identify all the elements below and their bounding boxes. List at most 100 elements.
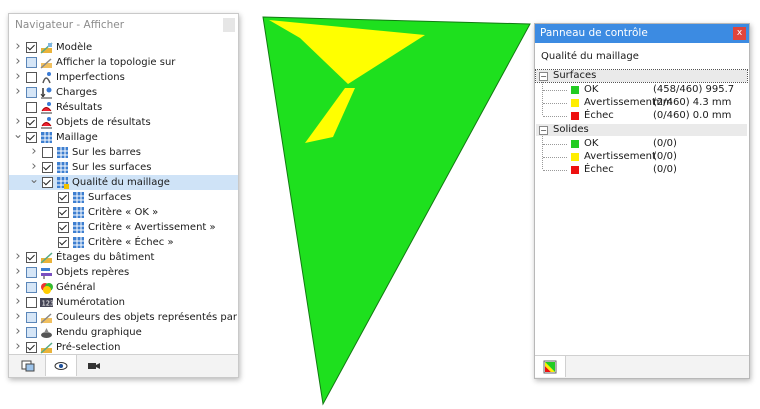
chevron-down-icon[interactable]: ⌄ (29, 173, 39, 190)
chevron-right-icon[interactable]: › (13, 55, 23, 70)
tree-item[interactable]: › Sur les surfaces (9, 160, 238, 175)
tree-item-label: Couleurs des objets représentés par (56, 312, 237, 323)
chevron-right-icon[interactable]: › (29, 145, 39, 160)
color-swatch (571, 86, 579, 94)
checkbox[interactable] (26, 267, 37, 278)
tree-item[interactable]: Résultats (9, 100, 238, 115)
legend-item: Avertissement (2/460) 4.3 mm (535, 96, 745, 109)
mesh-icon (73, 222, 84, 233)
legend-item: OK (0/0) (535, 137, 745, 150)
checkbox[interactable] (26, 87, 37, 98)
chevron-right-icon[interactable]: › (13, 85, 23, 100)
chevron-right-icon[interactable]: › (13, 295, 23, 310)
legend-item-value: (0/0) (653, 151, 677, 162)
tree-item[interactable]: › Afficher la topologie sur (9, 55, 238, 70)
tree-item[interactable]: ⌄ Maillage (9, 128, 238, 145)
tree-item[interactable]: Critère « Échec » (9, 235, 238, 250)
collapse-icon[interactable]: − (539, 126, 548, 135)
navigator-close-button[interactable] (223, 18, 235, 32)
mesh-icon (41, 132, 52, 143)
tree-item[interactable]: › Objets repères (9, 265, 238, 280)
chevron-right-icon[interactable]: › (13, 40, 23, 55)
legend-item-value: (0/0) (653, 164, 677, 175)
mesh-quality-icon (57, 177, 69, 189)
collapse-icon[interactable]: − (539, 72, 548, 81)
tree-item[interactable]: › Étages du bâtiment (9, 250, 238, 265)
checkbox[interactable] (26, 42, 37, 53)
control-panel: Panneau de contrôle x Qualité du maillag… (534, 23, 750, 379)
chevron-right-icon[interactable]: › (13, 280, 23, 295)
chevron-down-icon[interactable]: ⌄ (13, 128, 23, 145)
surface-ok-region (262, 16, 531, 406)
legend-group[interactable]: − Solides (536, 124, 747, 136)
checkbox[interactable] (58, 237, 69, 248)
checkbox[interactable] (58, 207, 69, 218)
checkbox[interactable] (26, 57, 37, 68)
tree-line (543, 90, 567, 91)
rendering-icon (41, 328, 52, 338)
checkbox[interactable] (58, 192, 69, 203)
tree-item[interactable]: › Général (9, 280, 238, 295)
model-icon (40, 42, 53, 54)
control-panel-titlebar[interactable]: Panneau de contrôle x (535, 24, 749, 43)
tree-item[interactable]: › Objets de résultats (9, 115, 238, 130)
legend-item: Échec (0/460) 0.0 mm (535, 109, 745, 122)
legend-item: OK (458/460) 995.7 mm (535, 83, 745, 108)
tree-item[interactable]: › Sur les barres (9, 145, 238, 160)
tree-item[interactable]: › Imperfections (9, 70, 238, 85)
tree-item[interactable]: › 123 Numérotation (9, 295, 238, 310)
tree-item-label: Général (56, 282, 96, 293)
color-swatch (571, 99, 579, 107)
colors-icon (40, 313, 52, 324)
general-icon (41, 283, 53, 294)
chevron-right-icon[interactable]: › (13, 325, 23, 340)
checkbox[interactable] (26, 327, 37, 338)
tree-item[interactable]: › Charges (9, 85, 238, 100)
navigator-titlebar: Navigateur - Afficher (9, 14, 238, 36)
tree-item[interactable]: Critère « Avertissement » (9, 220, 238, 235)
chevron-right-icon[interactable]: › (13, 70, 23, 85)
tree-item[interactable]: › Couleurs des objets représentés par (9, 310, 238, 325)
tree-item-label: Maillage (56, 132, 98, 143)
checkbox[interactable] (58, 222, 69, 233)
tree-item[interactable]: › Pré-selection (9, 340, 238, 355)
checkbox[interactable] (42, 177, 53, 188)
control-panel-close-button[interactable]: x (733, 27, 746, 40)
checkbox[interactable] (26, 72, 37, 83)
checkbox[interactable] (26, 282, 37, 293)
result-objects-icon (41, 117, 52, 129)
checkbox[interactable] (42, 147, 53, 158)
chevron-right-icon[interactable]: › (13, 265, 23, 280)
tree-item-label: Objets repères (56, 267, 130, 278)
tree-item[interactable]: › Rendu graphique (9, 325, 238, 340)
tree-item[interactable]: › Modèle (9, 40, 238, 55)
checkbox[interactable] (26, 102, 37, 113)
checkbox[interactable] (26, 117, 37, 128)
mesh-legend-tab-icon[interactable] (535, 356, 566, 377)
checkbox[interactable] (26, 312, 37, 323)
tree-item-label: Critère « OK » (88, 207, 159, 218)
tree-line (543, 170, 567, 171)
data-tab-icon[interactable] (13, 355, 43, 376)
legend-group[interactable]: − Surfaces (535, 69, 748, 83)
legend-item-label: Avertissement (584, 151, 656, 162)
view-tab-icon[interactable] (45, 355, 77, 376)
checkbox[interactable] (26, 132, 37, 143)
camera-tab-icon[interactable] (79, 355, 109, 376)
chevron-right-icon[interactable]: › (13, 310, 23, 325)
chevron-right-icon[interactable]: › (13, 340, 23, 355)
tree-item[interactable]: ⌄ Qualité du maillage (9, 173, 238, 190)
tree-item-label: Objets de résultats (56, 117, 151, 128)
control-panel-title: Panneau de contrôle (540, 27, 648, 39)
checkbox[interactable] (26, 297, 37, 308)
tree-item-label: Imperfections (56, 72, 125, 83)
control-panel-subtitle: Qualité du maillage (541, 51, 639, 62)
tree-item[interactable]: Critère « OK » (9, 205, 238, 220)
checkbox[interactable] (26, 252, 37, 263)
checkbox[interactable] (42, 162, 53, 173)
legend-item-label: OK (584, 84, 599, 95)
chevron-right-icon[interactable]: › (13, 250, 23, 265)
color-swatch (571, 112, 579, 120)
checkbox[interactable] (26, 342, 37, 353)
tree-item[interactable]: Surfaces (9, 190, 238, 205)
